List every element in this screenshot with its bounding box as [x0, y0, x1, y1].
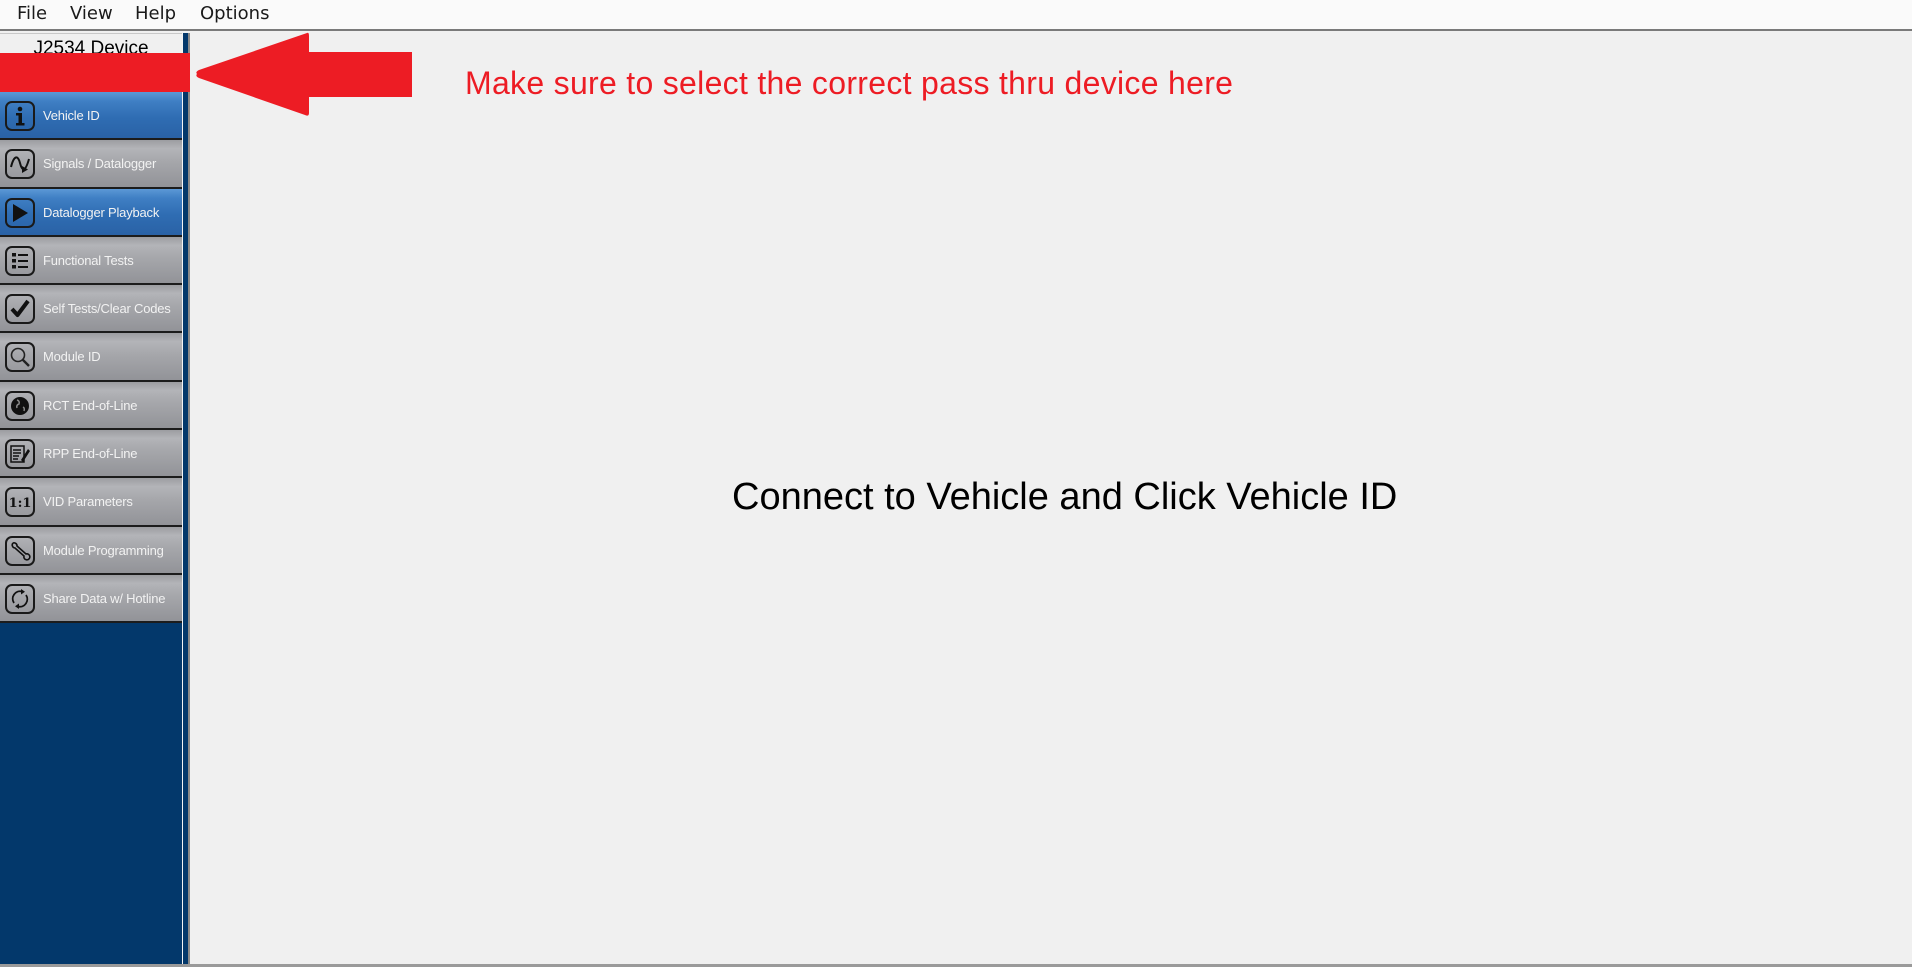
sidebar: J2534 Device Vehicle ID Signals / Datalo… — [0, 33, 182, 964]
sidebar-item-functional-tests[interactable]: Functional Tests — [0, 236, 182, 286]
sidebar-item-vehicle-id[interactable]: Vehicle ID — [0, 92, 182, 141]
sidebar-item-label: Functional Tests — [43, 252, 134, 268]
menu-options[interactable]: Options — [198, 3, 271, 24]
sidebar-item-self-tests[interactable]: Self Tests/Clear Codes — [0, 285, 182, 334]
panel-splitter[interactable] — [182, 33, 190, 967]
sidebar-item-share-data[interactable]: Share Data w/ Hotline — [0, 574, 182, 624]
sidebar-item-label: Signals / Datalogger — [43, 156, 157, 172]
play-icon — [5, 197, 35, 228]
annotation-text: Make sure to select the correct pass thr… — [465, 65, 1234, 101]
sidebar-item-label: RCT End-of-Line — [43, 397, 138, 413]
wrench-icon — [5, 535, 35, 566]
sidebar-item-rct-end-of-line[interactable]: RCT End-of-Line — [0, 381, 182, 431]
sidebar-item-signals-datalogger[interactable]: Signals / Datalogger — [0, 140, 182, 189]
sidebar-item-datalogger-playback[interactable]: Datalogger Playback — [0, 188, 182, 237]
list-icon — [5, 245, 35, 276]
menu-view[interactable]: View — [68, 3, 115, 24]
signal-icon — [5, 149, 35, 180]
app-window: File View Help Options J2534 Device Vehi… — [0, 0, 1912, 967]
instruction-message: Connect to Vehicle and Click Vehicle ID — [732, 476, 1398, 518]
sidebar-item-label: RPP End-of-Line — [43, 446, 138, 462]
sidebar-item-label: Module ID — [43, 349, 101, 365]
sidebar-item-label: Module Programming — [43, 542, 164, 558]
sidebar-item-label: Datalogger Playback — [43, 204, 160, 220]
sidebar-item-rpp-end-of-line[interactable]: RPP End-of-Line — [0, 430, 182, 479]
sidebar-item-vid-parameters[interactable]: 1:1 VID Parameters — [0, 478, 182, 527]
magnifier-icon — [5, 342, 35, 373]
globe-icon — [5, 390, 35, 421]
sidebar-item-module-programming[interactable]: Module Programming — [0, 526, 182, 575]
sidebar-item-label: Vehicle ID — [43, 108, 100, 123]
refresh-icon — [5, 583, 35, 614]
menu-bar: File View Help Options — [0, 0, 1912, 31]
annotation-highlight-bar — [0, 53, 190, 92]
sidebar-item-label: VID Parameters — [43, 494, 133, 510]
checkmark-icon — [5, 294, 35, 325]
info-icon — [5, 101, 35, 131]
main-content: Connect to Vehicle and Click Vehicle ID — [190, 33, 1912, 964]
sidebar-item-label: Share Data w/ Hotline — [43, 590, 166, 606]
ratio-icon: 1:1 — [5, 487, 35, 518]
document-edit-icon — [5, 439, 35, 470]
sidebar-item-label: Self Tests/Clear Codes — [43, 301, 171, 317]
menu-help[interactable]: Help — [133, 3, 178, 24]
menu-file[interactable]: File — [15, 3, 49, 24]
sidebar-item-module-id[interactable]: Module ID — [0, 333, 182, 382]
annotation-arrow-icon — [196, 32, 412, 116]
sidebar-nav: Vehicle ID Signals / Datalogger Datalogg… — [0, 92, 182, 624]
svg-text:1:1: 1:1 — [9, 496, 31, 511]
